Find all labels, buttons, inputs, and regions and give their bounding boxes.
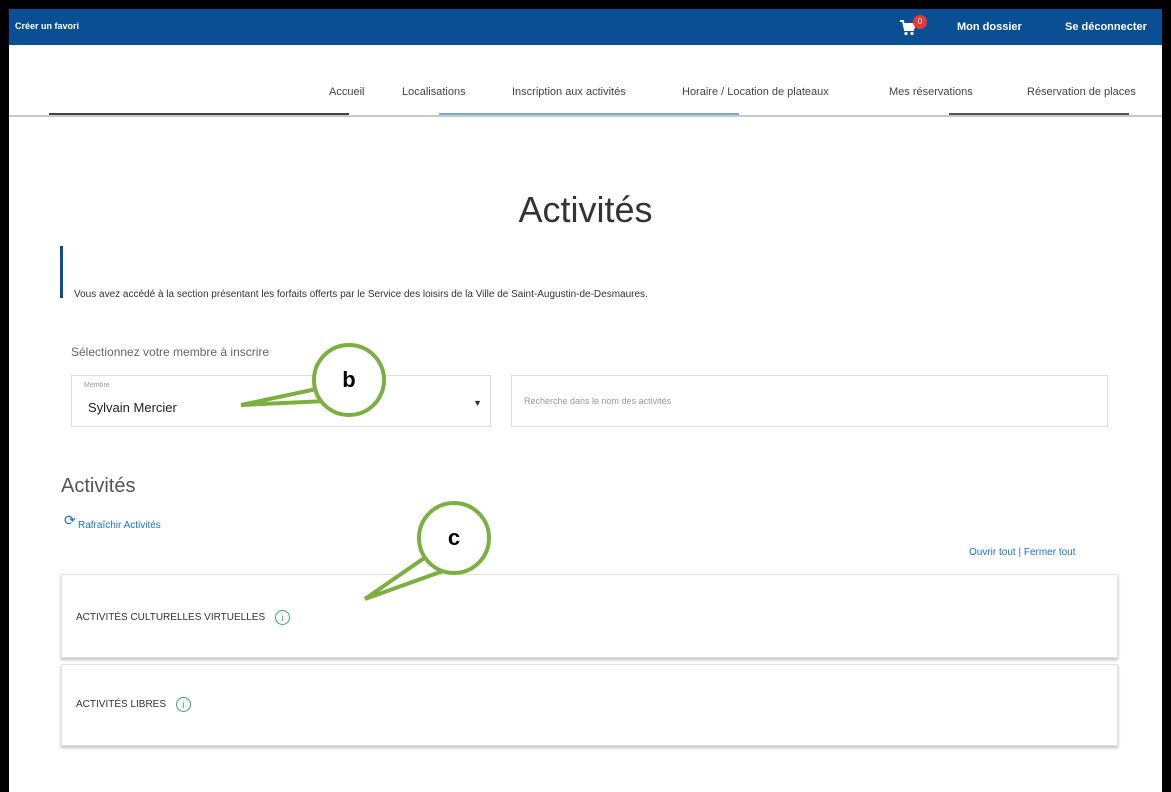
activity-search-input[interactable] bbox=[522, 390, 1086, 412]
cart-button[interactable]: 0 bbox=[899, 15, 929, 39]
create-favorite-link[interactable]: Créer un favori bbox=[15, 21, 79, 31]
annotation-callout-c: c bbox=[417, 501, 491, 575]
intro-accent-bar bbox=[60, 246, 63, 298]
nav-item-activity-registration[interactable]: Inscription aux activités bbox=[512, 86, 626, 98]
page: Créer un favori 0 Mon dossier Se déconne… bbox=[9, 9, 1162, 792]
annotation-callout-b: b bbox=[312, 343, 386, 417]
nav-item-schedule-rental[interactable]: Horaire / Location de plateaux bbox=[682, 86, 829, 98]
nav-item-my-reservations[interactable]: Mes réservations bbox=[889, 86, 973, 98]
member-select-label: Membre bbox=[84, 382, 110, 389]
category-card-virtual-cultural[interactable]: ACTIVITÉS CULTURELLES VIRTUELLES i bbox=[61, 574, 1118, 658]
nav-item-locations[interactable]: Localisations bbox=[402, 86, 466, 98]
logout-link[interactable]: Se déconnecter bbox=[1065, 21, 1147, 33]
hero-image-strip bbox=[49, 113, 1129, 115]
page-title: Activités bbox=[518, 189, 653, 230]
refresh-icon: ⟳ bbox=[64, 512, 76, 528]
member-select-prompt: Sélectionnez votre membre à inscrire bbox=[71, 345, 270, 359]
category-card-free-activities[interactable]: ACTIVITÉS LIBRES i bbox=[61, 664, 1118, 746]
main-nav: Accueil Localisations Inscription aux ac… bbox=[9, 45, 1162, 117]
nav-item-seat-reservation[interactable]: Réservation de places bbox=[1027, 86, 1136, 98]
member-select[interactable]: Membre Sylvain Mercier ▼ bbox=[71, 375, 491, 427]
dropdown-caret-icon: ▼ bbox=[473, 398, 482, 408]
info-icon[interactable]: i bbox=[175, 697, 191, 712]
refresh-activities-label: Rafraîchir Activités bbox=[78, 520, 161, 531]
cart-count-badge: 0 bbox=[913, 15, 927, 29]
category-title: ACTIVITÉS CULTURELLES VIRTUELLES bbox=[76, 612, 266, 624]
intro-text: Vous avez accédé à la section présentant… bbox=[74, 289, 648, 300]
activities-heading: Activités bbox=[61, 475, 136, 497]
activity-search-field[interactable] bbox=[511, 375, 1108, 427]
top-bar: Créer un favori 0 Mon dossier Se déconne… bbox=[9, 9, 1162, 45]
expand-collapse-all-link[interactable]: Ouvrir tout | Fermer tout bbox=[969, 547, 1076, 558]
info-icon[interactable]: i bbox=[274, 610, 290, 625]
my-file-link[interactable]: Mon dossier bbox=[957, 21, 1022, 33]
nav-item-home[interactable]: Accueil bbox=[329, 86, 364, 98]
member-select-value: Sylvain Mercier bbox=[88, 400, 177, 415]
category-title: ACTIVITÉS LIBRES bbox=[76, 699, 167, 711]
